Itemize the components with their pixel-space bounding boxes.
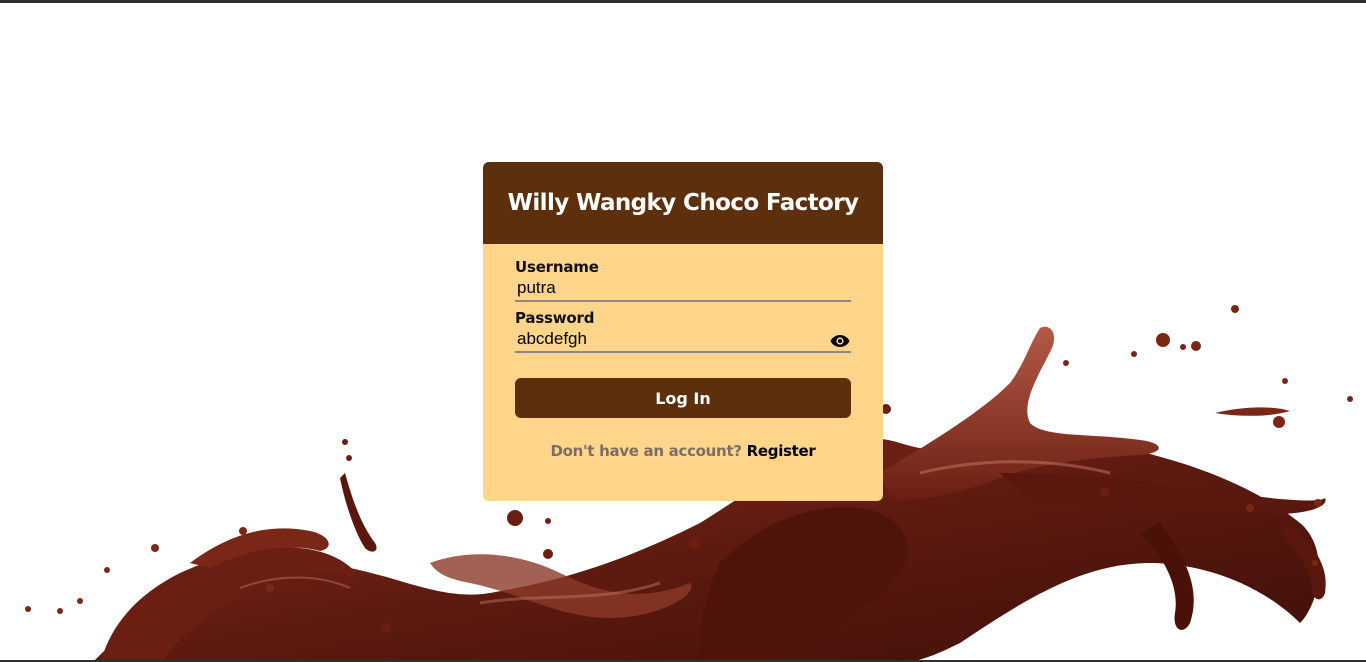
username-label: Username — [515, 258, 599, 276]
login-page: Willy Wangky Choco Factory Username Pass… — [0, 0, 1366, 662]
login-card-header: Willy Wangky Choco Factory — [483, 162, 883, 244]
password-label: Password — [515, 309, 595, 327]
login-form: Username Password Log In Don't have an a… — [483, 244, 883, 460]
username-field: Username — [515, 258, 851, 302]
register-prompt: Don't have an account? — [550, 442, 742, 460]
password-input[interactable] — [515, 327, 851, 353]
login-button[interactable]: Log In — [515, 378, 851, 418]
register-line: Don't have an account? Register — [515, 442, 851, 460]
app-title: Willy Wangky Choco Factory — [507, 190, 859, 216]
register-link[interactable]: Register — [747, 442, 816, 460]
password-field: Password — [515, 309, 851, 353]
username-input[interactable] — [515, 276, 851, 302]
login-card: Willy Wangky Choco Factory Username Pass… — [483, 162, 883, 501]
eye-icon[interactable] — [829, 332, 851, 350]
